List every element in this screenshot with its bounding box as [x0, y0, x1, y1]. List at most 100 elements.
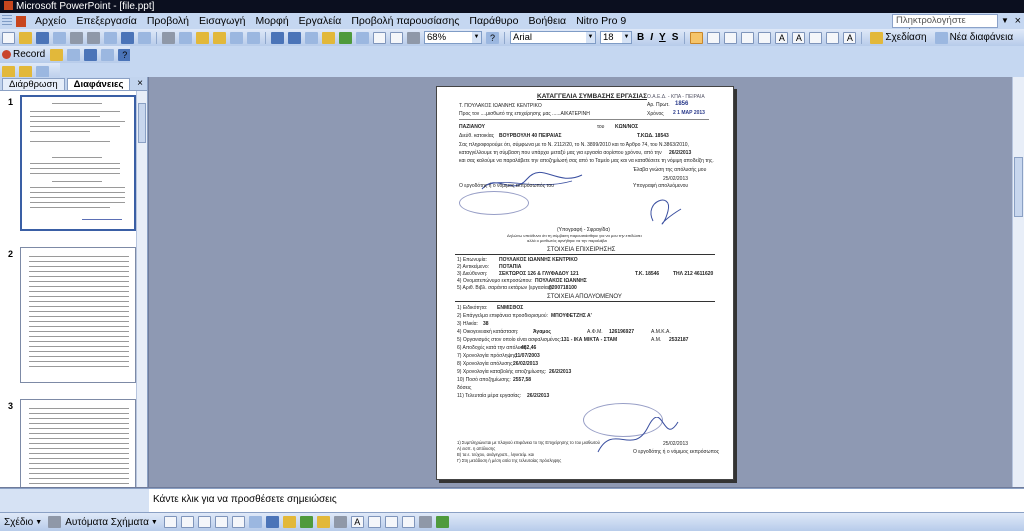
research-icon[interactable] — [138, 31, 151, 44]
menu-insert[interactable]: Εισαγωγή — [194, 15, 250, 27]
bold-button[interactable]: B — [634, 32, 647, 43]
new-slide-button[interactable]: Νέα διαφάνεια — [930, 31, 1017, 44]
show-formatting-icon[interactable] — [373, 31, 386, 44]
email-icon[interactable] — [70, 31, 83, 44]
tables-borders-icon[interactable] — [305, 31, 318, 44]
record-label[interactable]: Record — [13, 49, 45, 60]
slide-thumbnail[interactable] — [20, 247, 136, 383]
draw-menu-button[interactable]: Σχέδιο — [4, 517, 33, 528]
menu-edit[interactable]: Επεξεργασία — [71, 15, 142, 27]
help-dropdown-icon[interactable]: ▼ — [1000, 14, 1010, 28]
picture-icon[interactable] — [299, 516, 313, 528]
arrow-style-icon[interactable] — [401, 516, 415, 528]
clipart-icon[interactable] — [282, 516, 296, 528]
insert-clipart-icon[interactable] — [322, 31, 335, 44]
close-document-icon[interactable]: × — [1015, 13, 1021, 29]
help-icon[interactable]: ? — [486, 31, 499, 44]
spelling-icon[interactable] — [121, 31, 134, 44]
bullets-icon[interactable] — [758, 31, 772, 44]
format-painter-icon[interactable] — [213, 31, 226, 44]
shadow-style-icon[interactable] — [418, 516, 432, 528]
line-icon[interactable] — [163, 516, 177, 528]
line-color-icon[interactable] — [333, 516, 347, 528]
align-center-icon[interactable] — [707, 31, 721, 44]
align-left-icon[interactable] — [690, 31, 704, 44]
grip-icon[interactable] — [2, 15, 12, 27]
slide-scrollbar[interactable] — [1012, 77, 1024, 487]
nitro-settings-icon[interactable] — [36, 65, 49, 78]
slide-canvas[interactable]: ΚΑΤΑΓΓΕΛΙΑ ΣΥΜΒΑΣΗΣ ΕΡΓΑΣΙΑΣ Ο.Α.Ε.Δ. - … — [436, 86, 734, 480]
numbering-icon[interactable] — [741, 31, 755, 44]
pause-icon[interactable] — [50, 48, 64, 61]
shadow-button[interactable]: S — [669, 32, 682, 43]
tab-slides[interactable]: Διαφάνειες — [66, 78, 131, 90]
menu-format[interactable]: Μορφή — [250, 15, 293, 27]
nitro-convert-icon[interactable] — [19, 65, 32, 78]
increase-indent-icon[interactable] — [826, 31, 840, 44]
rectangle-icon[interactable] — [197, 516, 211, 528]
nitro-create-icon[interactable] — [2, 65, 15, 78]
zoom-select[interactable]: 68% ▼ — [424, 31, 482, 44]
slide-thumbnail[interactable] — [20, 95, 136, 231]
record-icon[interactable] — [2, 50, 11, 59]
save-icon[interactable] — [36, 31, 49, 44]
chevron-down-icon[interactable]: ▼ — [151, 519, 158, 526]
wordart-icon[interactable] — [248, 516, 262, 528]
font-select[interactable]: Arial ▼ — [510, 31, 596, 44]
increase-font-icon[interactable]: A — [775, 31, 789, 44]
chevron-down-icon[interactable]: ▼ — [622, 32, 631, 43]
dash-style-icon[interactable] — [384, 516, 398, 528]
decrease-font-icon[interactable]: A — [792, 31, 806, 44]
print-preview-icon[interactable] — [104, 31, 117, 44]
design-button[interactable]: Σχεδίαση — [865, 31, 929, 44]
stop-icon[interactable] — [67, 48, 81, 61]
menu-nitro[interactable]: Nitro Pro 9 — [571, 15, 631, 27]
decrease-indent-icon[interactable] — [809, 31, 823, 44]
insert-table-icon[interactable] — [288, 31, 301, 44]
cut-icon[interactable] — [162, 31, 175, 44]
grid-icon[interactable] — [390, 31, 403, 44]
textbox-icon[interactable] — [231, 516, 245, 528]
insert-picture-icon[interactable] — [339, 31, 352, 44]
autoshapes-button[interactable]: Αυτόματα Σχήματα — [65, 517, 149, 528]
font-color-icon[interactable]: A — [843, 31, 857, 44]
slide-thumbnail[interactable] — [20, 399, 136, 487]
fill-color-icon[interactable] — [316, 516, 330, 528]
chevron-down-icon[interactable]: ▼ — [586, 32, 595, 43]
scrollbar-handle[interactable] — [138, 103, 146, 143]
select-objects-icon[interactable] — [48, 516, 62, 528]
3d-style-icon[interactable] — [435, 516, 449, 528]
insert-chart-icon[interactable] — [271, 31, 284, 44]
notes-pane[interactable]: Κάντε κλικ για να προσθέσετε σημειώσεις — [149, 488, 1024, 512]
thumbnail-scrollbar[interactable] — [136, 91, 147, 487]
menu-slideshow[interactable]: Προβολή παρουσίασης — [346, 15, 464, 27]
menu-file[interactable]: Αρχείο — [30, 15, 71, 27]
help-search-input[interactable]: Πληκτρολογήστε ερώτηση — [892, 14, 998, 38]
font-size-select[interactable]: 18 ▼ — [600, 31, 632, 44]
underline-button[interactable]: Υ — [656, 32, 669, 43]
menu-view[interactable]: Προβολή — [142, 15, 194, 27]
copy-icon[interactable] — [179, 31, 192, 44]
expand-all-icon[interactable] — [356, 31, 369, 44]
tab-outline[interactable]: Διάρθρωση — [2, 78, 65, 90]
permission-icon[interactable] — [53, 31, 66, 44]
italic-button[interactable]: Ι — [647, 32, 656, 43]
chevron-down-icon[interactable]: ▼ — [35, 519, 42, 526]
new-icon[interactable] — [2, 31, 15, 44]
menu-window[interactable]: Παράθυρο — [464, 15, 523, 27]
menu-tools[interactable]: Εργαλεία — [294, 15, 347, 27]
line-style-icon[interactable] — [367, 516, 381, 528]
redo-icon[interactable] — [247, 31, 260, 44]
settings-icon[interactable] — [84, 48, 98, 61]
diagram-icon[interactable] — [265, 516, 279, 528]
arrow-icon[interactable] — [180, 516, 194, 528]
oval-icon[interactable] — [214, 516, 228, 528]
document-icon[interactable] — [16, 15, 26, 27]
close-icon[interactable]: × — [137, 78, 143, 89]
scrollbar-handle[interactable] — [1014, 157, 1023, 217]
open-icon[interactable] — [19, 31, 32, 44]
color-grayscale-icon[interactable] — [407, 31, 420, 44]
options-icon[interactable] — [101, 48, 115, 61]
paste-icon[interactable] — [196, 31, 209, 44]
font-color-icon[interactable]: A — [350, 516, 364, 528]
